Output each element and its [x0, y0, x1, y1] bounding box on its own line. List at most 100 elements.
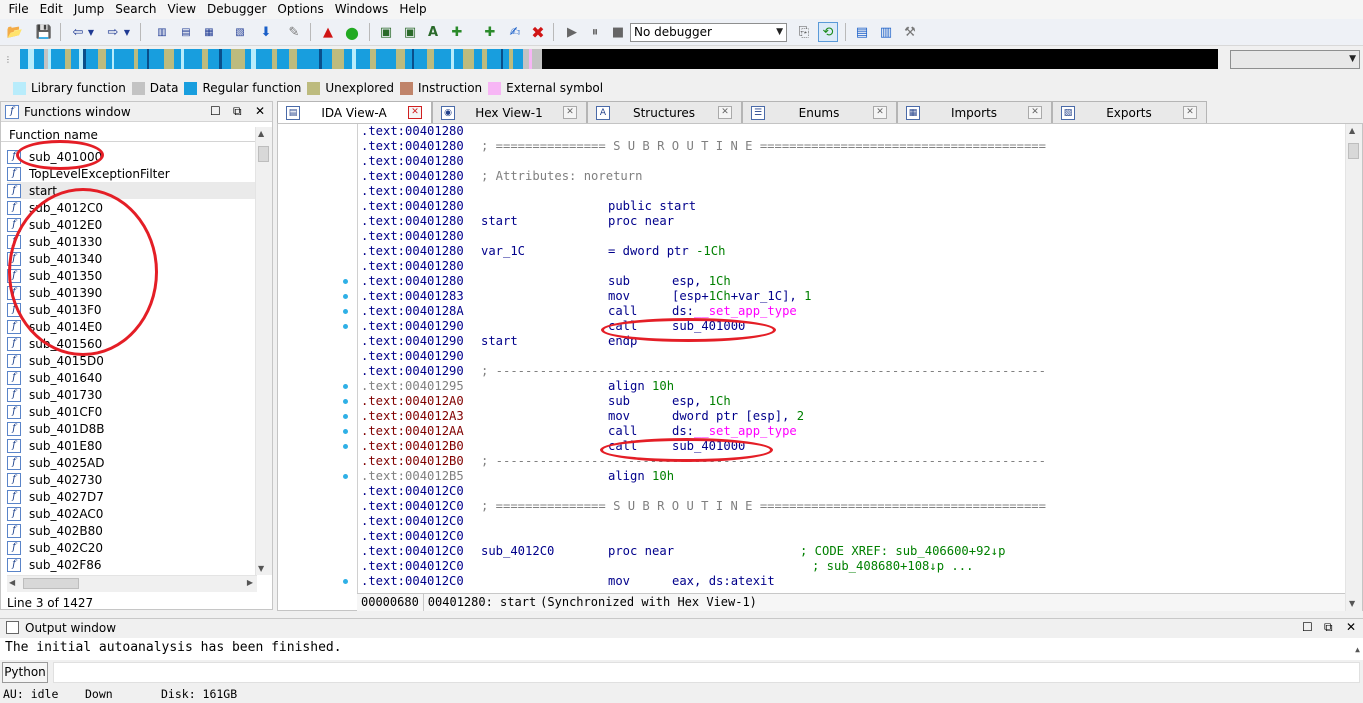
function-list-item[interactable]: f sub_4027D7 — [7, 488, 257, 505]
code-line[interactable]: .text:00401280 var_1C = dword ptr -1Ch — [358, 244, 1347, 259]
function-list-item[interactable]: f sub_402AC0 — [7, 505, 257, 522]
code-line[interactable]: .text:00401295 align 10h — [358, 379, 1347, 394]
function-list-item[interactable]: f sub_4012E0 — [7, 216, 257, 233]
operand[interactable]: eax, ds:atexit — [672, 574, 775, 589]
function-list-item[interactable]: f sub_402C20 — [7, 539, 257, 556]
close-icon[interactable]: ✕ — [1346, 620, 1356, 634]
function-list-item[interactable]: f sub_4015D0 — [7, 352, 257, 369]
function-list-item[interactable]: f sub_401350 — [7, 267, 257, 284]
patch-icon[interactable]: ✎ — [284, 22, 304, 42]
restore-icon[interactable]: ⧉ — [1324, 620, 1333, 635]
function-list-item[interactable]: f sub_401CF0 — [7, 403, 257, 420]
menu-item-search[interactable]: Search — [110, 0, 162, 19]
warning-triangle-icon[interactable]: ▲ — [318, 22, 338, 42]
close-tab-icon[interactable]: ✕ — [718, 106, 732, 119]
scroll-up-icon[interactable]: ▲ — [1355, 640, 1360, 660]
pause-icon[interactable]: ⏸ — [585, 22, 605, 42]
forward-arrow-icon[interactable]: ⇨ — [103, 22, 123, 42]
start-debugger-icon[interactable]: ▶ — [562, 22, 582, 42]
green-circle-icon[interactable]: ● — [342, 22, 362, 42]
function-list-item[interactable]: f sub_401330 — [7, 233, 257, 250]
function-list-item[interactable]: f sub_401000 — [7, 148, 257, 165]
code-line[interactable]: .text:00401280 ; Attributes: noreturn — [358, 169, 1347, 184]
menu-item-options[interactable]: Options — [272, 0, 329, 19]
function-list-item[interactable]: f sub_401D8B — [7, 420, 257, 437]
code-line[interactable]: .text:004012B0 call sub_401000 — [358, 439, 1347, 454]
code-line[interactable]: .text:004012C0 mov eax, ds:atexit — [358, 574, 1347, 589]
tab-imports[interactable]: ▦ Imports ✕ — [897, 101, 1052, 123]
code-line[interactable]: .text:00401290 start endp — [358, 334, 1347, 349]
function-list-item[interactable]: f sub_401730 — [7, 386, 257, 403]
create-struct-icon[interactable]: ✚ — [447, 22, 467, 42]
scroll-left-icon[interactable]: ◀ — [9, 578, 15, 587]
scroll-thumb[interactable] — [23, 578, 79, 589]
operand[interactable]: dword ptr [esp], 2 — [672, 409, 804, 424]
code-line[interactable]: .text:004012C0 sub_4012C0 proc near ; CODE … — [358, 544, 1347, 559]
text-search-icon[interactable]: ▤ — [176, 22, 196, 42]
code-line[interactable]: .text:00401280 — [358, 124, 1347, 139]
back-arrow-icon[interactable]: ⇦ — [68, 22, 88, 42]
function-list-item[interactable]: f sub_4025AD — [7, 454, 257, 471]
make-string-icon[interactable]: A — [423, 22, 443, 42]
scroll-thumb[interactable] — [1348, 143, 1359, 159]
function-list-item[interactable]: f sub_401390 — [7, 284, 257, 301]
code-label[interactable]: start — [481, 214, 518, 229]
tab-ida-view-a[interactable]: ▤ IDA View-A ✕ — [277, 101, 432, 123]
code-line[interactable]: .text:00401280 sub esp, 1Ch — [358, 274, 1347, 289]
functions-horizontal-scrollbar[interactable]: ◀ ▶ — [7, 575, 257, 592]
minimize-icon[interactable]: ☐ — [210, 104, 221, 118]
code-line[interactable]: .text:00401280 ; =============== S U B R … — [358, 139, 1347, 154]
close-tab-icon[interactable]: ✕ — [873, 106, 887, 119]
code-line[interactable]: .text:00401290 ; ------------------------… — [358, 364, 1347, 379]
close-tab-icon[interactable]: ✕ — [1183, 106, 1197, 119]
nav-handle-icon[interactable]: ⋮ — [4, 49, 12, 69]
code-line[interactable]: .text:004012C0 ; =============== S U B R … — [358, 499, 1347, 514]
code-label[interactable]: var_1C — [481, 244, 525, 259]
menu-item-debugger[interactable]: Debugger — [202, 0, 272, 19]
code-line[interactable]: .text:004012C0 ; sub_408680+108↓p ... — [358, 559, 1347, 574]
function-name-column-header[interactable]: Function name — [1, 122, 272, 142]
code-line[interactable]: .text:0040128A call ds:__set_app_type — [358, 304, 1347, 319]
python-button[interactable]: Python — [2, 662, 48, 683]
code-line[interactable]: .text:004012B5 align 10h — [358, 469, 1347, 484]
edit-function-icon[interactable]: ✍ — [505, 22, 525, 42]
code-line[interactable]: .text:00401290 — [358, 349, 1347, 364]
code-line[interactable]: .text:004012B0 ; ------------------------… — [358, 454, 1347, 469]
code-vertical-scrollbar[interactable]: ▲ ▼ — [1345, 124, 1362, 611]
navigation-select[interactable]: ▼ — [1230, 50, 1360, 69]
python-command-input[interactable] — [53, 662, 1360, 683]
code-line[interactable]: .text:00401280 public start — [358, 199, 1347, 214]
tab-hex-view-1[interactable]: ◉ Hex View-1 ✕ — [432, 101, 587, 123]
save-icon[interactable]: 💾 — [34, 22, 54, 42]
attach-process-icon[interactable]: ⎘ — [794, 22, 814, 42]
function-list-item[interactable]: f start — [7, 182, 257, 199]
code-line[interactable]: .text:00401280 — [358, 229, 1347, 244]
menu-item-file[interactable]: File — [3, 0, 34, 19]
code-line[interactable]: .text:004012C0 — [358, 514, 1347, 529]
operand[interactable]: [esp+1Ch+var_1C], 1 — [672, 289, 811, 304]
graph-view-icon[interactable]: ▤ — [852, 22, 872, 42]
immediate-search-icon[interactable]: ▦ — [199, 22, 219, 42]
code-line[interactable]: .text:00401280 — [358, 154, 1347, 169]
scroll-right-icon[interactable]: ▶ — [247, 578, 253, 587]
restore-icon[interactable]: ⧉ — [233, 104, 242, 119]
minimize-icon[interactable]: ☐ — [1302, 620, 1313, 634]
operand[interactable]: esp, 1Ch — [672, 394, 731, 409]
stop-icon[interactable]: ■ — [608, 22, 628, 42]
code-line[interactable]: .text:004012A0 sub esp, 1Ch — [358, 394, 1347, 409]
operand[interactable]: esp, 1Ch — [672, 274, 731, 289]
operand[interactable]: sub_401000 — [672, 319, 745, 334]
scroll-down-icon[interactable]: ▼ — [258, 564, 264, 573]
code-line[interactable]: .text:00401280 — [358, 184, 1347, 199]
scroll-up-icon[interactable]: ▲ — [1349, 126, 1355, 135]
debugger-select[interactable]: No debugger ▼ — [630, 23, 787, 42]
tools-icon[interactable]: ⚒ — [900, 22, 920, 42]
operand[interactable]: ds:__set_app_type — [672, 424, 797, 439]
function-list-item[interactable]: f sub_401E80 — [7, 437, 257, 454]
menu-item-view[interactable]: View — [162, 0, 201, 19]
xref-comment[interactable]: ; CODE XREF: sub_406600+92↓p — [800, 544, 1005, 559]
sync-icon[interactable]: ⟲ — [818, 22, 838, 42]
code-line[interactable]: .text:00401280 — [358, 259, 1347, 274]
tab-structures[interactable]: A Structures ✕ — [587, 101, 742, 123]
code-line[interactable]: .text:004012AA call ds:__set_app_type — [358, 424, 1347, 439]
